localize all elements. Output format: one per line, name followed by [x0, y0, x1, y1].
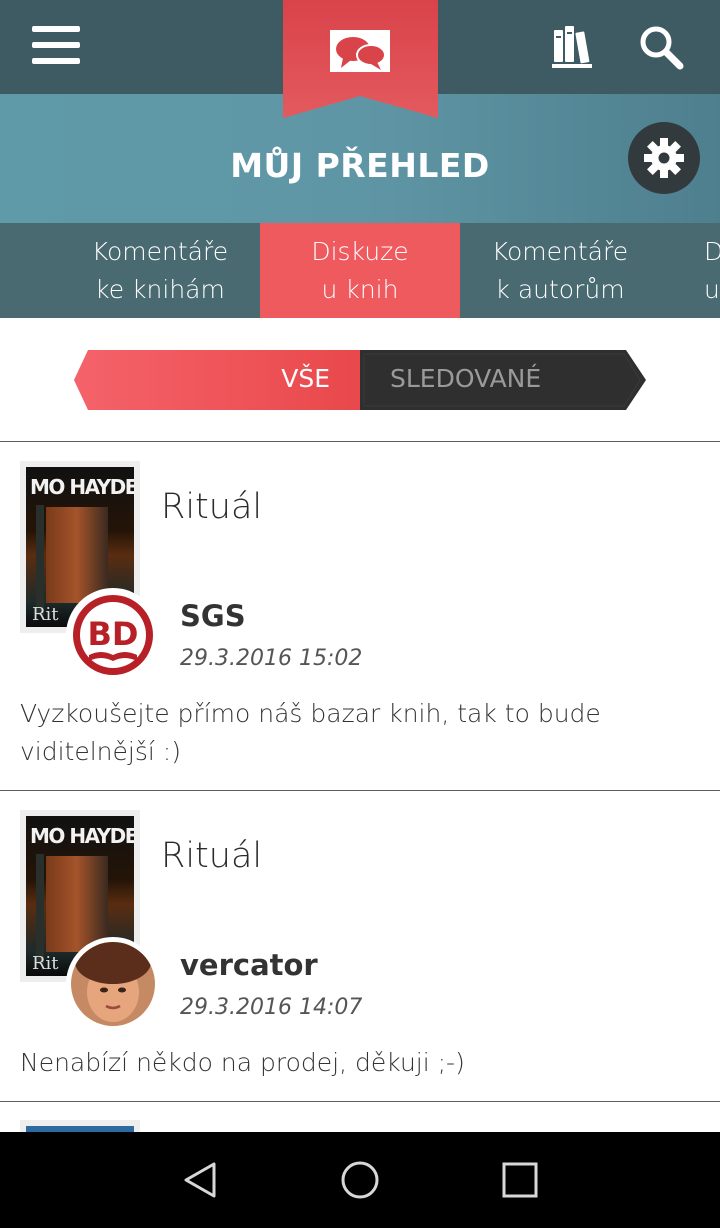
filter-followed-button[interactable]: SLEDOVANÉ: [360, 350, 646, 410]
comment-text: Nenabízí někdo na prodej, děkuji ;-): [20, 1048, 465, 1077]
svg-text:BD: BD: [88, 615, 139, 653]
tab-book-discussions[interactable]: Diskuze u knih: [260, 223, 460, 318]
book-title[interactable]: Rituál: [161, 487, 262, 527]
recents-square-icon[interactable]: [500, 1160, 540, 1200]
post-timestamp: 29.3.2016 15:02: [180, 646, 363, 671]
avatar[interactable]: BD: [66, 588, 160, 682]
avatar[interactable]: [66, 937, 160, 1031]
tab-author-comments[interactable]: Komentáře k autorům: [460, 223, 660, 318]
filter-all-button[interactable]: VŠE: [74, 350, 360, 410]
page-title: MŮJ PŘEHLED: [230, 146, 490, 185]
tab-partial-next[interactable]: D u: [660, 223, 720, 318]
user-photo-avatar: [71, 940, 155, 1026]
comment-text: Vyzkoušejte přímo náš bazar knih, tak to…: [20, 699, 601, 766]
username[interactable]: SGS: [180, 599, 246, 633]
tab-book-comments[interactable]: Komentáře ke knihám: [60, 223, 260, 318]
search-icon[interactable]: [636, 22, 686, 72]
books-icon[interactable]: [548, 20, 598, 72]
gear-icon: [644, 138, 684, 178]
discussion-post: MO HAYDER Rit Rituál BD SGS 29.3.2016 15…: [0, 441, 720, 790]
settings-gear-button[interactable]: [628, 122, 700, 194]
hamburger-menu-icon[interactable]: [28, 22, 84, 70]
post-timestamp: 29.3.2016 14:07: [180, 995, 363, 1020]
username[interactable]: vercator: [180, 948, 318, 982]
system-navigation-bar: [0, 1132, 720, 1228]
book-title[interactable]: Rituál: [161, 836, 262, 876]
bd-logo-avatar: BD: [71, 593, 155, 677]
home-circle-icon[interactable]: [340, 1160, 380, 1200]
book-cover-partial[interactable]: [20, 1120, 140, 1132]
discussion-post: MO HAYDER Rit Rituál vercator 29.3.2016 …: [0, 790, 720, 1101]
book-chat-bubbles-logo[interactable]: [283, 0, 438, 122]
divider: [0, 1101, 720, 1102]
back-triangle-icon[interactable]: [180, 1160, 220, 1200]
filter-segmented-control: VŠE SLEDOVANÉ: [74, 350, 646, 410]
category-tabs: Komentáře ke knihám Diskuze u knih Komen…: [0, 223, 720, 318]
